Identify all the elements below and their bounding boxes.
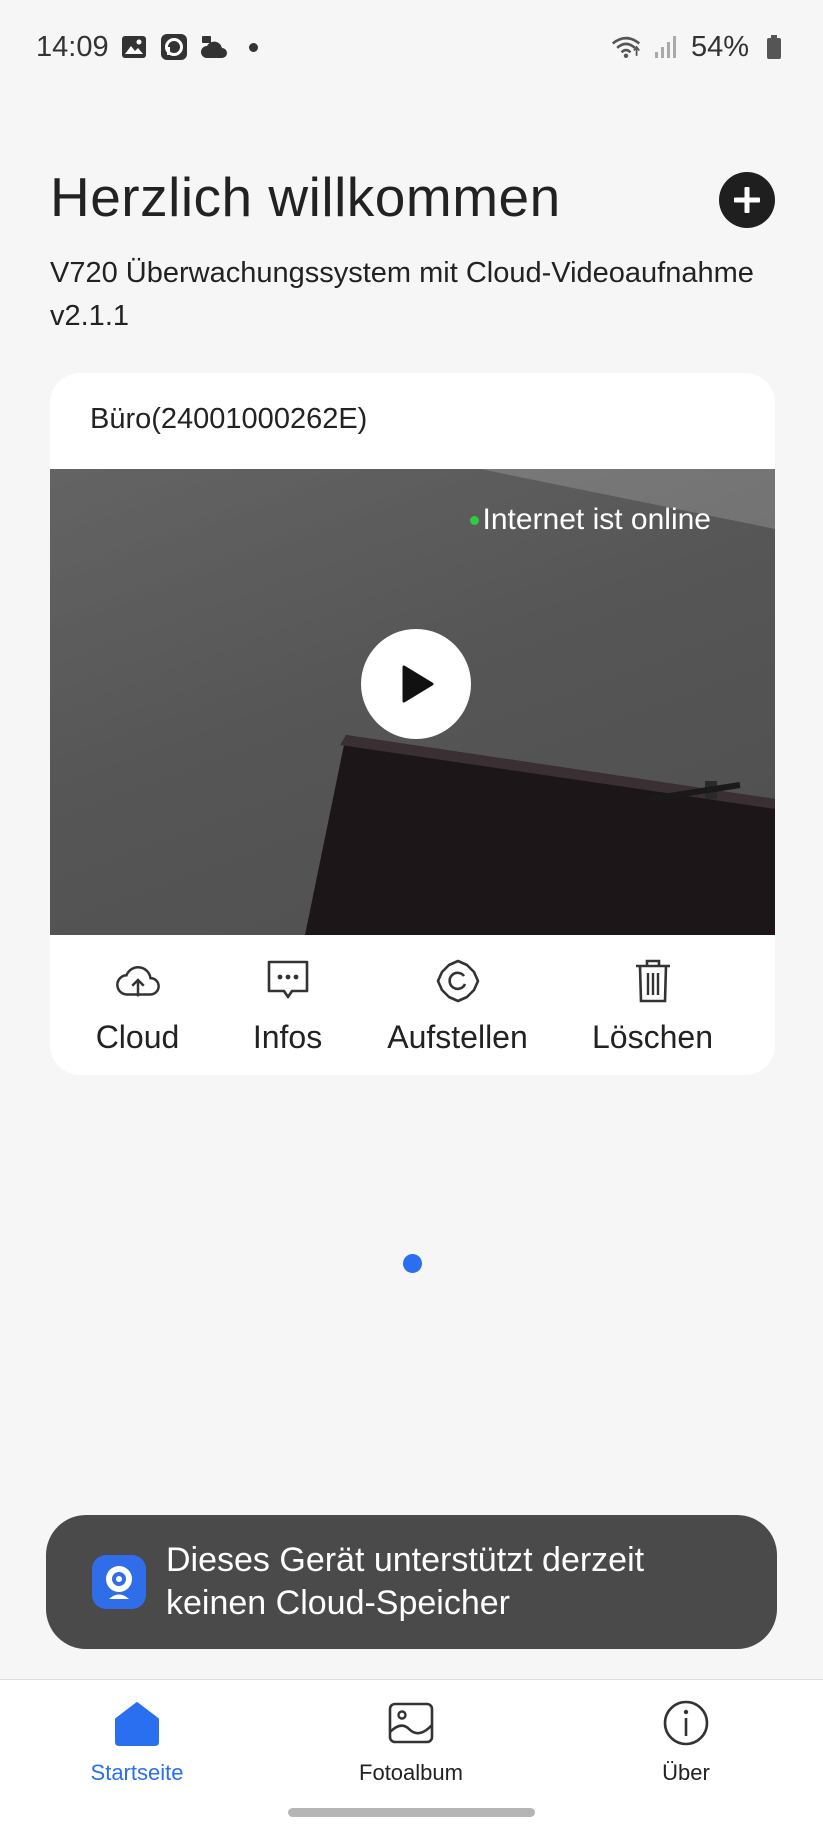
home-gesture-bar[interactable] (288, 1808, 535, 1817)
cloud-button-label: Cloud (95, 1019, 180, 1055)
nav-startseite[interactable]: Startseite (37, 1680, 237, 1810)
setup-button[interactable]: Aufstellen (380, 935, 535, 1075)
online-indicator-icon (469, 515, 479, 525)
nav-ueber[interactable]: Über (586, 1680, 786, 1810)
connection-status: Internet ist online (469, 503, 711, 537)
play-icon (402, 665, 434, 703)
photo-album-icon (386, 1698, 436, 1748)
delete-button[interactable]: Löschen (585, 935, 720, 1075)
image-icon (119, 32, 149, 62)
device-actions: Cloud Infos Aufstellen Löschen (50, 935, 775, 1075)
status-bar: 14:09 54% (0, 0, 823, 94)
clock: 14:09 (36, 30, 109, 63)
info-circle-icon (661, 1698, 711, 1748)
bottom-navigation: Startseite Fotoalbum Über (0, 1679, 823, 1828)
cloud-upload-icon (114, 957, 162, 1005)
message-dots-icon (264, 957, 312, 1005)
delete-button-label: Löschen (592, 1019, 713, 1055)
connection-status-text: Internet ist online (482, 503, 711, 536)
nav-fotoalbum-label: Fotoalbum (359, 1760, 463, 1785)
toast-text: Dieses Gerät unterstützt derzeit keinen … (166, 1541, 645, 1622)
camera-preview[interactable]: Internet ist online (50, 469, 775, 935)
battery-percent: 54% (690, 30, 749, 63)
device-card[interactable]: Büro(24001000262E) Internet ist online C… (50, 373, 775, 1075)
dot-icon (248, 42, 258, 52)
webcam-app-icon (92, 1555, 146, 1609)
play-button[interactable] (361, 629, 471, 739)
toast-message: Dieses Gerät unterstützt derzeit keinen … (46, 1515, 777, 1649)
page-title: Herzlich willkommen (50, 166, 561, 228)
plus-circle-icon (734, 187, 760, 213)
settings-gear-icon (434, 957, 482, 1005)
app-subtitle: V720 Überwachungssystem mit Cloud-Videoa… (50, 257, 754, 332)
nav-fotoalbum[interactable]: Fotoalbum (311, 1680, 511, 1810)
trash-icon (629, 957, 677, 1005)
page-indicator-dot[interactable] (403, 1254, 422, 1273)
status-bar-right: 54% (611, 31, 789, 64)
device-name: Büro(24001000262E) (90, 403, 368, 435)
infos-button-label: Infos (252, 1019, 323, 1055)
nav-ueber-label: Über (662, 1760, 710, 1785)
app-notification-icon (159, 32, 189, 62)
infos-button[interactable]: Infos (240, 935, 335, 1075)
nav-startseite-label: Startseite (90, 1760, 184, 1785)
setup-button-label: Aufstellen (387, 1019, 528, 1055)
cloud-camera-icon (199, 32, 229, 62)
home-icon (112, 1698, 162, 1748)
signal-icon (651, 32, 681, 62)
status-bar-left: 14:09 (36, 31, 258, 64)
cloud-button[interactable]: Cloud (85, 935, 190, 1075)
battery-icon (759, 32, 789, 62)
add-device-button[interactable] (719, 172, 775, 228)
wifi-icon (611, 32, 641, 62)
